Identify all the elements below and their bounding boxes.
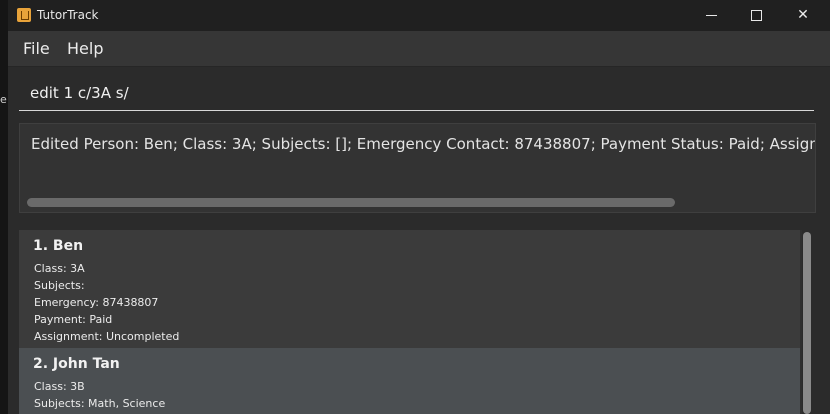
result-message: Edited Person: Ben; Class: 3A; Subjects:… [31, 135, 815, 153]
person-name: 1. Ben [33, 238, 84, 254]
maximize-icon [751, 10, 762, 21]
person-card[interactable]: 2. John Tan Class: 3B Subjects: Math, Sc… [19, 348, 800, 414]
background-text-fragment: e [0, 93, 7, 106]
person-subjects: Subjects: Math, Science [34, 397, 166, 410]
person-emergency: Emergency: 87438807 [34, 296, 159, 309]
scrollbar-thumb[interactable] [803, 232, 811, 414]
title-bar[interactable]: TutorTrack ✕ [8, 0, 830, 31]
maximize-button[interactable] [734, 0, 780, 31]
command-box: edit 1 c/3A s/ [8, 67, 830, 116]
close-icon: ✕ [797, 7, 809, 23]
person-list[interactable]: 1. Ben Class: 3A Subjects: Emergency: 87… [19, 230, 802, 414]
close-button[interactable]: ✕ [780, 0, 826, 31]
menu-file[interactable]: File [23, 39, 50, 58]
result-horizontal-scrollbar[interactable] [27, 198, 675, 207]
minimize-icon [706, 15, 717, 16]
person-assignment: Assignment: Uncompleted [34, 330, 180, 343]
command-input[interactable]: edit 1 c/3A s/ [19, 76, 814, 111]
app-logo-icon [17, 8, 31, 22]
person-class: Class: 3B [34, 380, 85, 393]
app-window: TutorTrack ✕ File Help edit 1 c/3A s/ Ed… [8, 0, 830, 414]
command-text: edit 1 c/3A s/ [30, 84, 129, 102]
person-list-scrollbar[interactable] [803, 232, 812, 414]
person-card[interactable]: 1. Ben Class: 3A Subjects: Emergency: 87… [19, 230, 800, 348]
desktop-edge: e [0, 0, 8, 414]
menu-bar: File Help [8, 31, 830, 67]
person-list-panel: 1. Ben Class: 3A Subjects: Emergency: 87… [8, 218, 830, 414]
window-title: TutorTrack [37, 8, 99, 22]
minimize-button[interactable] [688, 0, 734, 31]
menu-help[interactable]: Help [67, 39, 103, 58]
person-payment: Payment: Paid [34, 313, 113, 326]
person-class: Class: 3A [34, 262, 85, 275]
result-display[interactable]: Edited Person: Ben; Class: 3A; Subjects:… [19, 123, 816, 213]
person-name: 2. John Tan [33, 356, 120, 372]
person-subjects: Subjects: [34, 279, 85, 292]
